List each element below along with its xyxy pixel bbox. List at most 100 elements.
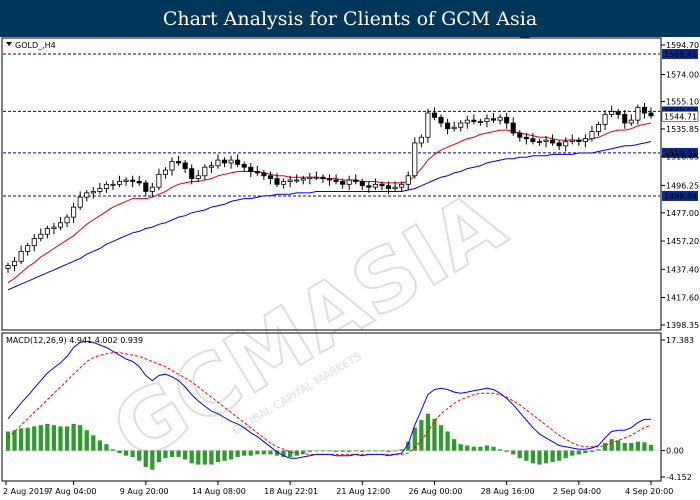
candle-body	[71, 206, 77, 218]
candle-body	[176, 161, 182, 164]
macd-histogram-bar	[373, 450, 378, 452]
candle-body	[556, 142, 562, 147]
candle-body	[569, 139, 575, 142]
candle-body	[300, 178, 306, 181]
candle-body	[64, 216, 70, 224]
macd-histogram-bar	[215, 450, 221, 463]
time-axis: 2 Aug 20197 Aug 04:00 9 Aug 20:00 14 Aug 0…	[3, 481, 673, 496]
chart-canvas: GCMASIA GLOBAL CAPITAL MARKETS 1588.4115…	[1, 37, 699, 496]
candle-body	[169, 161, 175, 171]
candle-body	[320, 176, 326, 180]
candle-body	[615, 111, 621, 115]
macd-histogram-bar	[91, 435, 96, 451]
macd-histogram-bar	[524, 450, 529, 461]
macd-histogram-bar	[347, 450, 352, 452]
candle-body	[12, 260, 18, 267]
macd-histogram-bar	[235, 450, 240, 457]
macd-histogram-bar	[504, 450, 509, 452]
candle-body	[156, 173, 162, 188]
candle-body	[241, 163, 247, 168]
time-tick-label: 2 Aug 2019	[3, 487, 49, 496]
candle-body	[294, 179, 300, 182]
level-tag-label: 1588.41	[664, 50, 697, 59]
macd-histogram-bar	[228, 450, 234, 460]
level-tag-label: 1488.84	[664, 192, 697, 201]
macd-histogram-bar	[419, 420, 424, 451]
candle-body	[445, 122, 451, 130]
candle-body	[149, 186, 155, 192]
macd-histogram-bar	[137, 450, 142, 461]
time-tick-label: 21 Aug 12:00	[336, 487, 390, 496]
candle-body	[38, 233, 44, 239]
macd-histogram-bar	[543, 450, 549, 464]
price-tick-label: 1477.00	[666, 209, 699, 218]
candle-body	[418, 136, 424, 144]
candle-body	[202, 166, 208, 177]
macd-histogram-bar	[386, 450, 391, 452]
title-bar: Chart Analysis for Clients of GCM Asia	[0, 0, 700, 37]
candle-body	[31, 238, 37, 247]
macd-tick-label: 0.00	[666, 447, 684, 456]
candle-body	[550, 139, 556, 144]
candle-body	[379, 183, 385, 187]
candle-body	[5, 265, 11, 269]
macd-histogram-bar	[629, 442, 634, 451]
price-tick-label: 1496.25	[666, 181, 699, 190]
candle-body	[464, 119, 470, 124]
candle-body	[326, 178, 333, 181]
candle-body	[261, 172, 267, 177]
candle-body	[254, 171, 260, 174]
macd-histogram-bar	[320, 450, 326, 452]
macd-histogram-bar	[261, 450, 267, 455]
time-tick-label: 28 Aug 16:00	[481, 487, 535, 496]
candle-body	[287, 179, 293, 182]
macd-histogram-bar	[248, 450, 253, 456]
candle-body	[602, 114, 608, 125]
candle-body	[90, 191, 96, 194]
candle	[412, 137, 418, 179]
price-tick-label: 1398.35	[666, 321, 699, 330]
macd-histogram-bar	[333, 450, 339, 452]
macd-histogram-bar	[314, 450, 319, 452]
macd-histogram-bar	[445, 431, 450, 451]
candle-body	[504, 116, 510, 124]
candle-body	[84, 192, 90, 198]
macd-histogram-bar	[45, 423, 50, 451]
macd-histogram-bar	[648, 444, 654, 451]
macd-histogram-bar	[169, 450, 175, 457]
macd-histogram-bar	[51, 425, 57, 451]
macd-histogram-bar	[517, 450, 522, 459]
macd-histogram-bar	[609, 439, 614, 451]
candle-body	[386, 185, 392, 190]
macd-histogram-bar	[340, 450, 345, 452]
macd-histogram-bar	[478, 446, 483, 451]
macd-histogram-bar	[110, 449, 116, 451]
macd-histogram-bar	[25, 427, 30, 451]
macd-histogram-bar	[622, 442, 627, 451]
macd-histogram-bar	[176, 450, 181, 457]
macd-histogram-bar	[616, 440, 621, 451]
macd-histogram-bar	[563, 450, 568, 459]
macd-histogram-bar	[379, 450, 385, 452]
macd-histogram-bar	[458, 444, 463, 451]
price-tick-label: 1574.00	[666, 71, 699, 80]
macd-histogram-bar	[71, 423, 76, 451]
macd-histogram-bar	[327, 450, 332, 452]
macd-histogram-bar	[150, 450, 155, 470]
macd-histogram-bar	[130, 450, 135, 457]
candle-body	[340, 181, 346, 185]
candle-body	[97, 188, 103, 192]
macd-histogram-bar	[38, 425, 43, 451]
price-tick-label: 1516.65	[666, 152, 699, 161]
candle-body	[208, 165, 214, 168]
candle-body	[195, 175, 201, 180]
price-tick-label: 1555.10	[666, 97, 699, 106]
candle-body	[182, 162, 188, 170]
macd-histogram-bar	[530, 450, 536, 464]
candle-body	[248, 166, 254, 172]
candle-body	[648, 112, 654, 117]
macd-histogram-bar	[635, 441, 641, 451]
macd-histogram-bar	[497, 449, 503, 451]
time-tick-label: 18 Aug 22:01	[264, 487, 318, 496]
time-tick-label: 14 Aug 08:00	[192, 487, 246, 496]
